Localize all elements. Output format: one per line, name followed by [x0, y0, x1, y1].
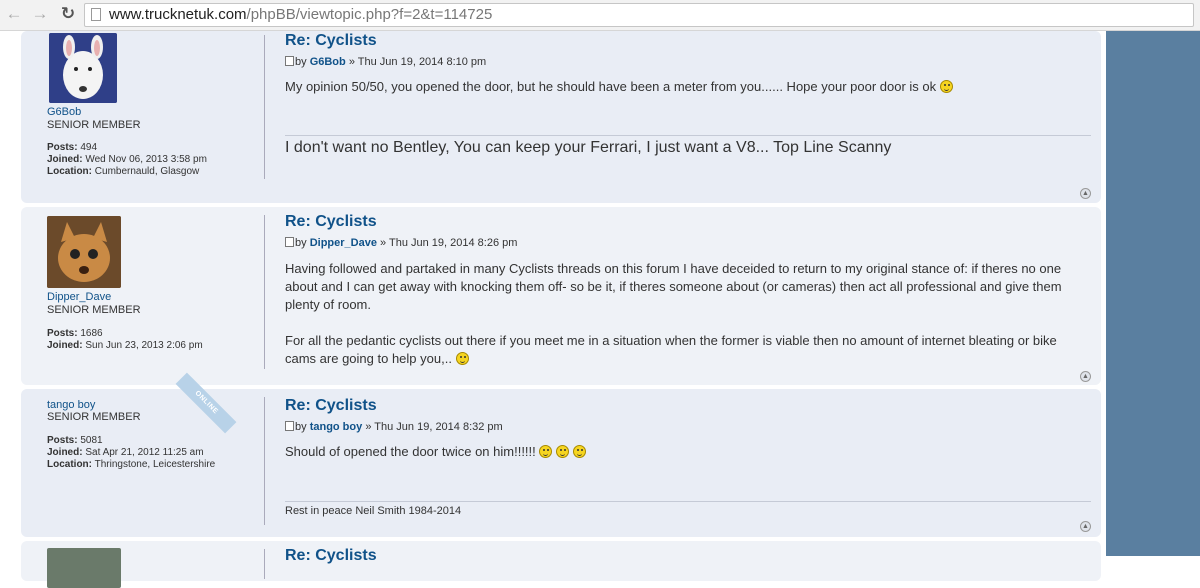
- url-host: www.trucknetuk.com: [109, 6, 247, 23]
- back-to-top-icon[interactable]: ▲: [1080, 188, 1091, 199]
- page: G6Bob SENIOR MEMBER Posts: 494 Joined: W…: [0, 31, 1200, 588]
- post-body: Having followed and partaked in many Cyc…: [285, 261, 1062, 366]
- post-tango-boy: tango boy SENIOR MEMBER Posts: 5081 Join…: [21, 372, 1101, 537]
- post-count: Posts: 494: [47, 142, 98, 153]
- smiley-icon: [539, 445, 553, 458]
- post-title[interactable]: Re: Cyclists: [285, 547, 377, 565]
- post-signature: I don't want no Bentley, You can keep yo…: [285, 139, 892, 156]
- signature-rule: [285, 135, 1091, 136]
- post-dipper-dave: Dipper_Dave SENIOR MEMBER Posts: 1686 Jo…: [21, 207, 1101, 385]
- post-count: Posts: 5081: [47, 435, 103, 446]
- post-divider: [264, 549, 265, 579]
- forward-arrow-icon[interactable]: →: [30, 4, 50, 24]
- post-divider: [264, 397, 265, 525]
- browser-toolbar: ← → ↻ www.trucknetuk.com/phpBB/viewtopic…: [0, 0, 1200, 31]
- page-icon: [91, 8, 101, 21]
- avatar[interactable]: [49, 33, 117, 103]
- post-icon[interactable]: [285, 237, 294, 247]
- post-title[interactable]: Re: Cyclists: [285, 213, 377, 231]
- post-icon[interactable]: [285, 56, 294, 66]
- address-bar[interactable]: www.trucknetuk.com/phpBB/viewtopic.php?f…: [84, 3, 1194, 27]
- post-joined: Joined: Sat Apr 21, 2012 11:25 am: [47, 447, 204, 458]
- post-author[interactable]: tango boy: [310, 421, 363, 433]
- back-to-top-icon[interactable]: ▲: [1080, 521, 1091, 532]
- smiley-icon: [455, 352, 469, 365]
- post-username[interactable]: Dipper_Dave: [47, 291, 111, 303]
- back-to-top-icon[interactable]: ▲: [1080, 371, 1091, 382]
- post-g6bob: G6Bob SENIOR MEMBER Posts: 494 Joined: W…: [21, 31, 1101, 203]
- post-author[interactable]: Dipper_Dave: [310, 237, 377, 249]
- avatar[interactable]: [47, 548, 121, 588]
- post-signature: Rest in peace Neil Smith 1984-2014: [285, 505, 462, 517]
- post-joined: Joined: Sun Jun 23, 2013 2:06 pm: [47, 340, 203, 351]
- post-author[interactable]: G6Bob: [310, 56, 346, 68]
- post-rank: SENIOR MEMBER: [47, 304, 141, 316]
- post-title[interactable]: Re: Cyclists: [285, 397, 377, 415]
- post-title[interactable]: Re: Cyclists: [285, 32, 377, 50]
- post-divider: [264, 35, 265, 179]
- post-divider: [264, 215, 265, 369]
- signature-rule: [285, 501, 1091, 502]
- post-meta: by Dipper_Dave » Thu Jun 19, 2014 8:26 p…: [285, 237, 517, 249]
- url-text[interactable]: www.trucknetuk.com/phpBB/viewtopic.php?f…: [109, 6, 492, 23]
- smiley-icon: [572, 445, 586, 458]
- post-icon[interactable]: [285, 421, 294, 431]
- page-side-strip: [1106, 31, 1200, 556]
- topic-content: G6Bob SENIOR MEMBER Posts: 494 Joined: W…: [12, 31, 1106, 588]
- back-arrow-icon[interactable]: ←: [4, 4, 24, 24]
- post-username[interactable]: tango boy: [47, 399, 95, 411]
- url-path: /phpBB/viewtopic.php?f=2&t=114725: [246, 6, 493, 23]
- post-joined: Joined: Wed Nov 06, 2013 3:58 pm: [47, 154, 207, 165]
- post-body: Should of opened the door twice on him!!…: [285, 443, 1085, 461]
- post-body: My opinion 50/50, you opened the door, b…: [285, 78, 1085, 96]
- post-username[interactable]: G6Bob: [47, 106, 81, 118]
- post-location: Location: Thringstone, Leicestershire: [47, 459, 216, 470]
- post-location: Location: Cumbernauld, Glasgow: [47, 166, 200, 177]
- post-rank: SENIOR MEMBER: [47, 119, 141, 131]
- smiley-icon: [939, 80, 953, 93]
- avatar[interactable]: [47, 216, 121, 288]
- post-meta: by G6Bob » Thu Jun 19, 2014 8:10 pm: [285, 56, 486, 68]
- post-meta: by tango boy » Thu Jun 19, 2014 8:32 pm: [285, 421, 503, 433]
- post-rank: SENIOR MEMBER: [47, 411, 141, 423]
- post-partial: Re: Cyclists: [21, 541, 1101, 588]
- smiley-icon: [556, 445, 570, 458]
- reload-icon[interactable]: ↻: [58, 4, 78, 24]
- post-count: Posts: 1686: [47, 328, 103, 339]
